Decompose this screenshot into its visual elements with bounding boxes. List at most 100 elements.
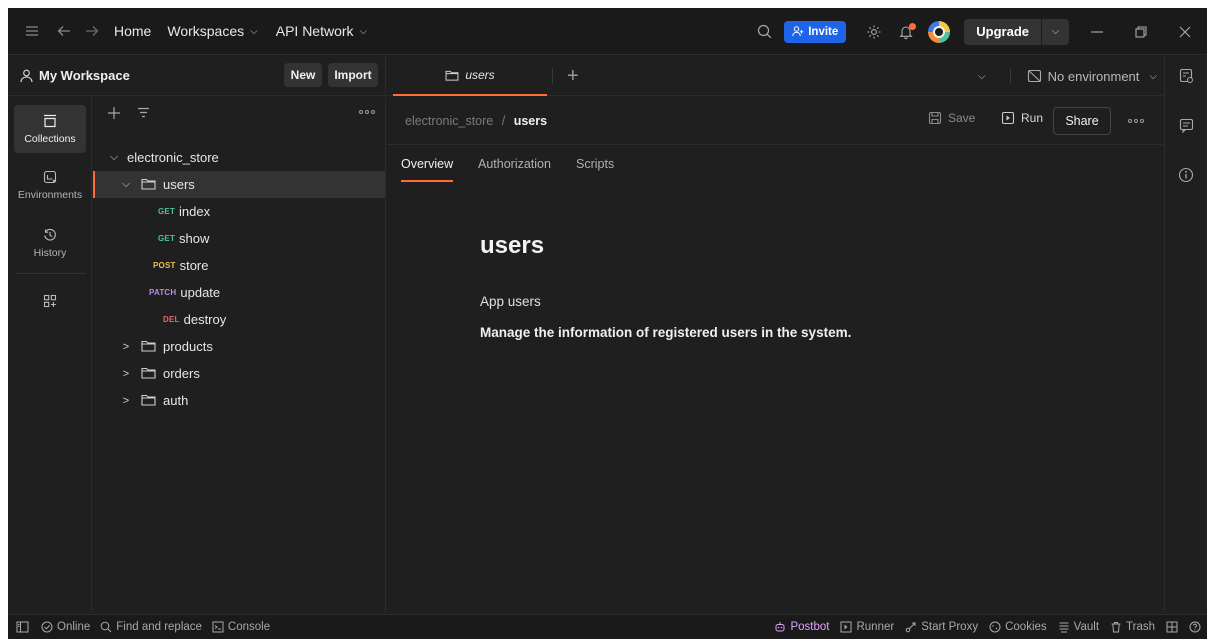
history-icon xyxy=(14,225,86,245)
postbot-icon xyxy=(775,622,785,632)
method-badge: GET xyxy=(158,234,176,243)
request-name: update xyxy=(180,285,221,300)
new-tab-icon[interactable]: + xyxy=(567,65,579,88)
upgrade-button[interactable]: Upgrade ⌵ xyxy=(964,18,1069,45)
add-icon[interactable] xyxy=(107,106,121,120)
collection-summary[interactable]: App users xyxy=(480,294,541,309)
request-item[interactable]: GET show xyxy=(93,225,385,252)
restore-icon[interactable] xyxy=(1119,8,1163,55)
folder-item[interactable]: > orders xyxy=(93,360,385,387)
cookies-button[interactable]: Cookies xyxy=(989,621,1047,633)
start-proxy-button[interactable]: Start Proxy xyxy=(905,621,978,633)
notification-bell-icon[interactable] xyxy=(896,22,917,42)
save-button[interactable]: Save xyxy=(928,111,975,125)
request-item[interactable]: POST store xyxy=(93,252,385,279)
run-button[interactable]: Run xyxy=(1001,111,1043,125)
find-and-replace-button[interactable]: Find and replace xyxy=(100,621,202,633)
collection-description[interactable]: Manage the information of registered use… xyxy=(480,325,851,340)
environment-selector[interactable]: ⌵ No environment ⌵ xyxy=(978,64,1157,88)
run-icon xyxy=(1001,111,1015,125)
page-title[interactable]: users xyxy=(480,232,544,260)
online-status[interactable]: Online xyxy=(41,621,90,633)
tab-scripts[interactable]: Scripts xyxy=(576,157,614,171)
method-badge: GET xyxy=(158,207,176,216)
breadcrumb-current: users xyxy=(513,114,548,128)
vault-button[interactable]: Vault xyxy=(1058,621,1099,633)
collection-item[interactable]: ⌵ electronic_store xyxy=(93,144,385,171)
workspaces-label: Workspaces xyxy=(167,23,245,39)
postbot-label: Postbot xyxy=(790,621,830,633)
sidebar-item-configure[interactable] xyxy=(14,291,86,315)
chevron-down-icon: ⌵ xyxy=(250,25,258,37)
workspaces-menu[interactable]: Workspaces ⌵ xyxy=(167,23,257,39)
folder-item[interactable]: > auth xyxy=(93,387,385,414)
workspace-header: My Workspace New Import xyxy=(8,56,386,96)
more-options-icon[interactable] xyxy=(1128,119,1144,123)
breadcrumb-parent[interactable]: electronic_store xyxy=(405,114,493,128)
forward-arrow-icon[interactable] xyxy=(82,21,102,41)
folder-item[interactable]: > products xyxy=(93,333,385,360)
home-link[interactable]: Home xyxy=(114,23,151,39)
method-badge: POST xyxy=(153,261,176,270)
search-input[interactable] xyxy=(153,105,353,127)
chevron-down-icon[interactable]: ⌵ xyxy=(1041,18,1069,45)
collections-sidebar: ⌵ electronic_store ⌵ users GET index GET… xyxy=(93,97,386,613)
tab-overview[interactable]: Overview xyxy=(401,157,454,182)
settings-gear-icon[interactable] xyxy=(864,22,884,42)
chevron-down-icon[interactable]: ⌵ xyxy=(978,71,986,82)
api-network-label: API Network xyxy=(275,23,354,39)
trash-button[interactable]: Trash xyxy=(1110,621,1155,633)
api-network-menu[interactable]: API Network ⌵ xyxy=(276,23,367,39)
folder-item[interactable]: ⌵ users xyxy=(93,171,385,198)
tab-users[interactable]: users xyxy=(393,56,547,96)
minimize-icon[interactable] xyxy=(1075,8,1119,55)
runner-button[interactable]: Runner xyxy=(840,621,894,633)
request-header: electronic_store / users Save Run Share xyxy=(387,97,1163,145)
new-label: New xyxy=(290,68,316,82)
tab-label: users xyxy=(465,68,495,82)
save-icon xyxy=(928,111,942,125)
postbot-button[interactable]: Postbot xyxy=(774,621,829,633)
user-icon xyxy=(20,69,33,83)
close-icon[interactable] xyxy=(1163,8,1207,55)
avatar[interactable] xyxy=(928,20,951,43)
layout-icon[interactable] xyxy=(1166,621,1178,633)
sidebar-item-label: Environments xyxy=(17,189,83,201)
collections-icon xyxy=(14,111,86,131)
folder-name: auth xyxy=(163,393,189,408)
chevron-down-icon: ⌵ xyxy=(359,25,368,37)
search-icon[interactable] xyxy=(754,22,774,42)
sidebar-item-environments[interactable]: Environments xyxy=(14,167,86,207)
request-item[interactable]: DEL destroy xyxy=(93,306,385,333)
sidebar-item-history[interactable]: History xyxy=(14,225,86,265)
add-user-icon xyxy=(792,26,804,37)
back-arrow-icon[interactable] xyxy=(54,21,74,41)
more-options-icon[interactable] xyxy=(359,110,375,114)
import-button[interactable]: Import xyxy=(328,63,378,87)
sidebar-item-collections[interactable]: Collections xyxy=(14,105,86,153)
postman-window: Home Workspaces ⌵ API Network ⌵ Invite U… xyxy=(8,8,1207,639)
toggle-sidebar-icon[interactable] xyxy=(16,621,29,633)
workspace-title[interactable]: My Workspace xyxy=(39,68,130,83)
request-item[interactable]: PATCH update xyxy=(93,279,385,306)
invite-button[interactable]: Invite xyxy=(784,20,847,43)
run-icon xyxy=(840,621,852,633)
filter-icon[interactable] xyxy=(137,107,150,119)
request-item[interactable]: GET index xyxy=(93,198,385,225)
runner-label: Runner xyxy=(856,621,895,633)
comments-icon[interactable] xyxy=(1177,116,1195,134)
info-icon[interactable] xyxy=(1177,166,1195,184)
share-button[interactable]: Share xyxy=(1053,107,1111,135)
new-button[interactable]: New xyxy=(284,63,322,87)
tab-authorization[interactable]: Authorization xyxy=(478,157,551,171)
status-bar: Online Find and replace Console Postbot … xyxy=(8,614,1207,639)
sidebar-rail: Collections Environments History xyxy=(8,97,92,613)
folder-icon xyxy=(141,394,157,408)
method-badge: DEL xyxy=(163,315,180,324)
console-button[interactable]: Console xyxy=(212,621,270,633)
help-icon[interactable] xyxy=(1189,621,1201,633)
menu-icon[interactable] xyxy=(22,21,42,41)
console-icon xyxy=(212,621,224,633)
environment-quick-look-icon[interactable] xyxy=(1177,67,1195,85)
find-and-replace-label: Find and replace xyxy=(116,621,202,633)
